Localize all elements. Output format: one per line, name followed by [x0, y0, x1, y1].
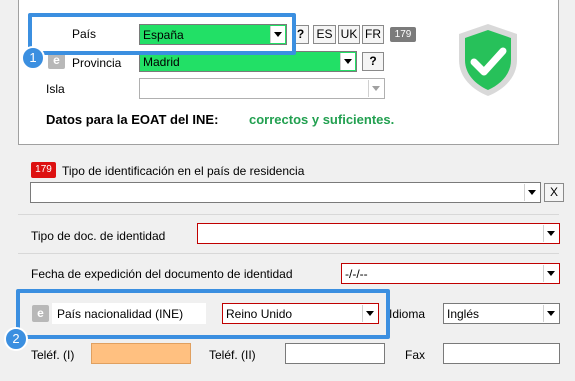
isla-label: Isla — [46, 82, 65, 96]
callout-1: 1 — [21, 46, 45, 70]
eoat-status: correctos y suficientes. — [249, 112, 395, 127]
tipo-doc-label: Tipo de doc. de identidad — [31, 229, 166, 243]
lang-fr-button[interactable]: FR — [362, 25, 384, 44]
divider — [18, 253, 559, 254]
fecha-select[interactable]: -/-/-- — [341, 263, 560, 284]
tipo-doc-select[interactable] — [197, 223, 560, 244]
tipo-id-label: Tipo de identificación en el país de res… — [62, 164, 305, 178]
idioma-value: Inglés — [447, 307, 480, 321]
fecha-value: -/-/-- — [345, 267, 368, 281]
chevron-down-icon[interactable] — [543, 305, 558, 322]
lang-es-button[interactable]: ES — [313, 25, 336, 44]
provincia-value: Madrid — [143, 55, 180, 69]
fecha-label: Fecha de expedición del documento de ide… — [31, 267, 293, 281]
idioma-select[interactable]: Inglés — [443, 303, 560, 324]
chevron-down-icon[interactable] — [340, 53, 355, 70]
idioma-label: Idioma — [389, 307, 426, 321]
chevron-down-icon[interactable] — [543, 225, 558, 242]
clear-button[interactable]: X — [544, 183, 564, 202]
telef2-label: Teléf. (II) — [209, 348, 256, 362]
telef2-input[interactable] — [285, 343, 385, 364]
eoat-label: Datos para la EOAT del INE: — [46, 112, 219, 127]
fax-label: Fax — [405, 348, 426, 362]
provincia-label: Provincia — [72, 56, 122, 70]
highlight-box-1 — [28, 13, 296, 55]
fax-input[interactable] — [443, 343, 560, 364]
telef1-input[interactable] — [91, 343, 191, 364]
count-badge: 179 — [390, 27, 416, 42]
telef1-label: Teléf. (I) — [31, 348, 75, 362]
tipo-id-select[interactable] — [30, 182, 541, 203]
shield-check-icon — [459, 24, 517, 96]
chevron-down-icon[interactable] — [368, 80, 383, 97]
chevron-down-icon[interactable] — [543, 265, 558, 282]
id-badge: 179 — [31, 162, 56, 178]
chevron-down-icon[interactable] — [524, 184, 539, 201]
isla-select[interactable] — [139, 78, 385, 99]
help-button-provincia[interactable]: ? — [362, 52, 384, 71]
lang-uk-button[interactable]: UK — [338, 25, 360, 44]
highlight-box-2 — [16, 289, 390, 339]
callout-2: 2 — [4, 327, 28, 351]
divider — [18, 214, 559, 215]
